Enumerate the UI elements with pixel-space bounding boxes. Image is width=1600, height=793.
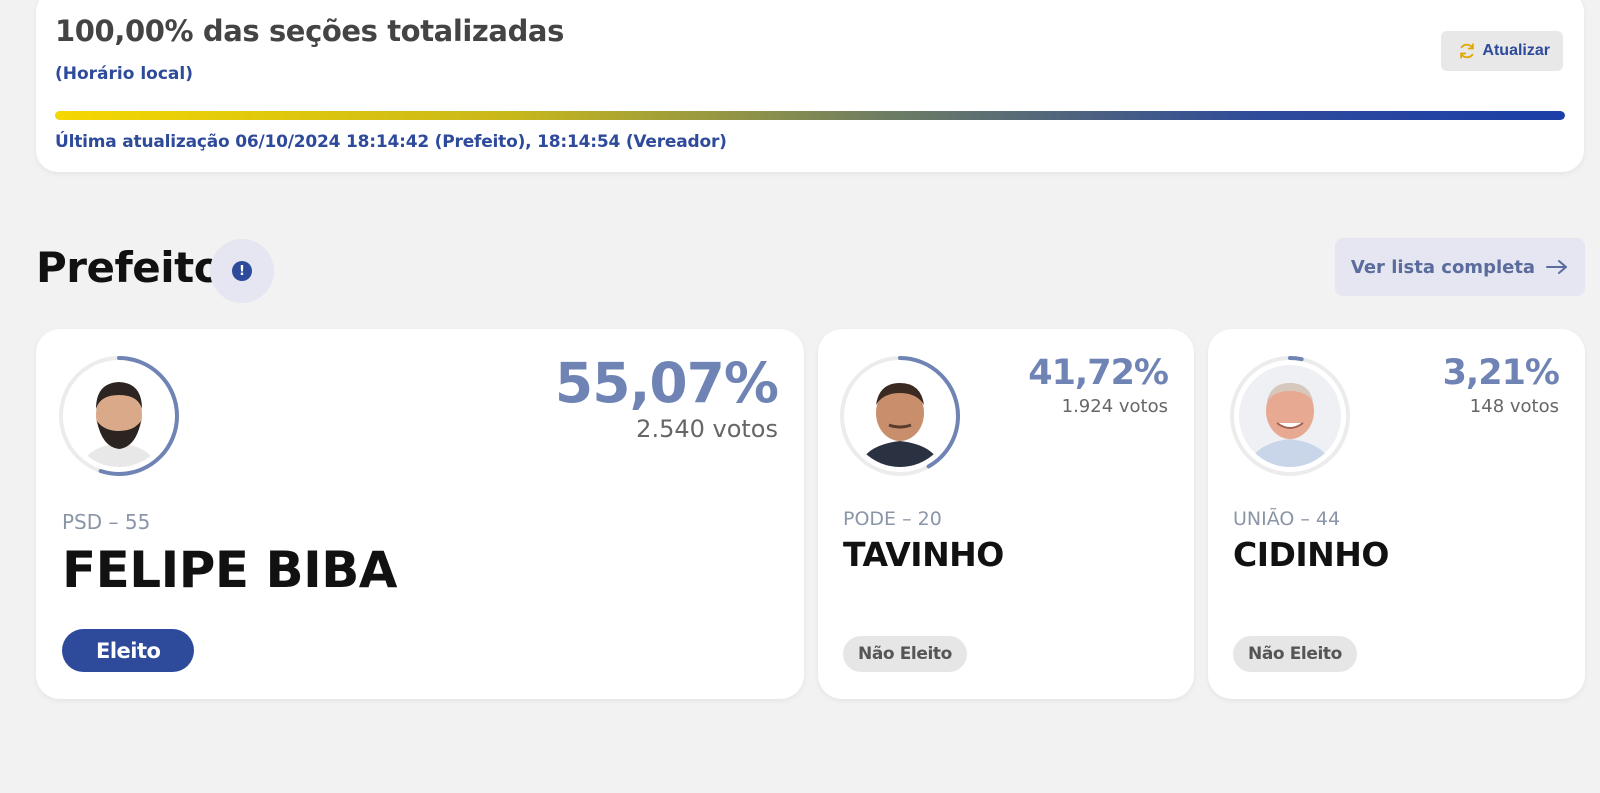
info-icon: !: [232, 261, 252, 281]
vote-percentage: 41,72%: [1028, 353, 1169, 393]
party-number: UNIÃO – 44: [1233, 508, 1341, 530]
candidate-card[interactable]: 3,21% 148 votos UNIÃO – 44 CIDINHO Não E…: [1208, 329, 1585, 699]
info-button[interactable]: !: [210, 239, 274, 303]
party-number: PODE – 20: [843, 508, 942, 530]
progress-fill: [55, 111, 1565, 120]
vote-percentage: 55,07%: [554, 351, 779, 415]
candidate-card[interactable]: 41,72% 1.924 votos PODE – 20 TAVINHO Não…: [818, 329, 1194, 699]
candidate-photo: [68, 365, 170, 467]
arrow-right-icon: [1546, 260, 1568, 274]
vote-count: 2.540 votos: [636, 415, 778, 443]
totalization-progress-bar: [55, 111, 1565, 120]
candidate-avatar-ring: [57, 354, 181, 478]
candidate-photo: [1239, 365, 1341, 467]
refresh-label: Atualizar: [1482, 42, 1550, 59]
totalization-status-card: 100,00% das seções totalizadas (Horário …: [36, 0, 1584, 172]
view-full-list-label: Ver lista completa: [1350, 256, 1536, 278]
totalization-title: 100,00% das seções totalizadas: [55, 14, 564, 48]
candidate-photo: [849, 365, 951, 467]
party-number: PSD – 55: [62, 510, 151, 534]
candidate-avatar-ring: [838, 354, 962, 478]
candidate-name: TAVINHO: [843, 535, 1004, 574]
section-title: Prefeito: [36, 243, 223, 292]
status-badge: Não Eleito: [843, 636, 967, 672]
candidate-name: FELIPE BIBA: [62, 541, 398, 599]
local-time-note: (Horário local): [55, 64, 193, 84]
last-update-text: Última atualização 06/10/2024 18:14:42 (…: [55, 132, 727, 152]
status-badge: Eleito: [62, 629, 195, 672]
refresh-icon: [1460, 43, 1475, 59]
status-badge: Não Eleito: [1233, 636, 1357, 672]
vote-percentage: 3,21%: [1442, 353, 1560, 393]
candidate-avatar-ring: [1228, 354, 1352, 478]
candidate-name: CIDINHO: [1233, 535, 1389, 574]
candidate-card-winner[interactable]: 55,07% 2.540 votos PSD – 55 FELIPE BIBA …: [36, 329, 804, 699]
vote-count: 1.924 votos: [1061, 396, 1168, 417]
refresh-button[interactable]: Atualizar: [1441, 31, 1563, 71]
vote-count: 148 votos: [1469, 396, 1559, 417]
view-full-list-button[interactable]: Ver lista completa: [1335, 238, 1585, 296]
